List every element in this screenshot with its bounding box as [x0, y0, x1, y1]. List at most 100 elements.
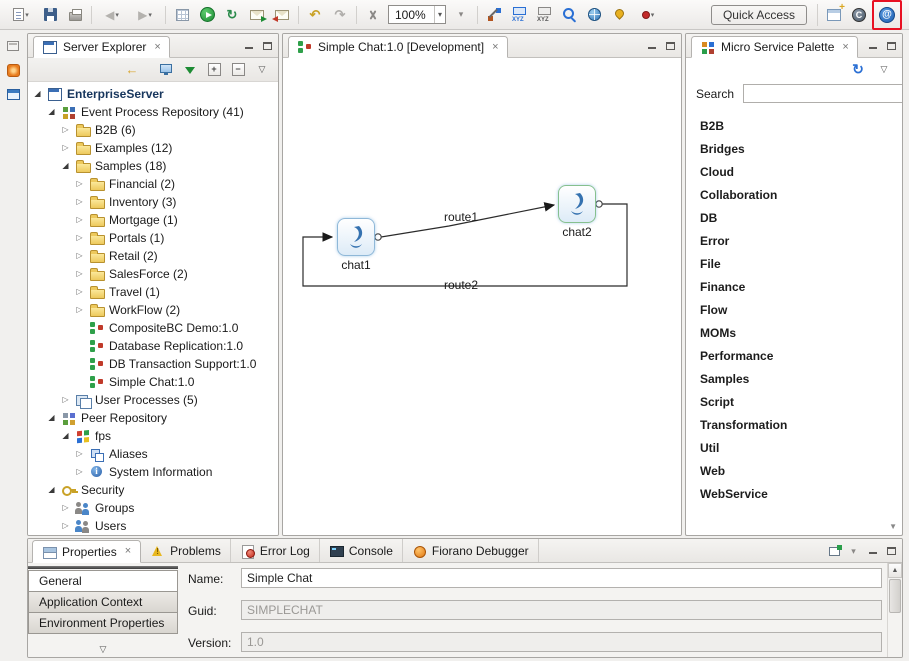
section-overflow-button[interactable]: ▽ [28, 644, 178, 655]
bookmark-button[interactable] [607, 3, 631, 27]
tree-item-mortgage[interactable]: ▷Mortgage (1) [28, 211, 278, 229]
tree-item-examples[interactable]: ▷Examples (12) [28, 139, 278, 157]
online-perspective-button[interactable] [847, 3, 871, 27]
tree-item-b2b[interactable]: ▷B2B (6) [28, 121, 278, 139]
minimize-button[interactable] [864, 38, 881, 54]
service-node-chat1[interactable] [337, 218, 375, 256]
palette-category-samples[interactable]: Samples [686, 368, 902, 391]
tree-item-db-transaction-support[interactable]: DB Transaction Support:1.0 [28, 355, 278, 373]
new-wizard-button[interactable]: ▾ [5, 3, 37, 27]
tab-micro-service-palette[interactable]: Micro Service Palette × [691, 36, 858, 58]
minimize-button[interactable] [240, 38, 257, 54]
tab-problems[interactable]: Problems [141, 539, 231, 562]
close-icon[interactable]: × [154, 42, 160, 53]
collapsed-arrow-icon[interactable]: ▷ [74, 175, 85, 193]
vertical-scrollbar[interactable]: ▲ [887, 563, 902, 657]
export-button[interactable] [245, 3, 269, 27]
restore-views-button[interactable] [3, 36, 23, 56]
maximize-button[interactable] [883, 38, 900, 54]
palette-category-util[interactable]: Util [686, 437, 902, 460]
expanded-arrow-icon[interactable]: ◢ [46, 103, 57, 121]
tree-item-fps[interactable]: ◢fps [28, 427, 278, 445]
expanded-arrow-icon[interactable]: ◢ [46, 481, 57, 499]
collapsed-arrow-icon[interactable]: ▷ [74, 247, 85, 265]
close-icon[interactable]: × [492, 42, 498, 53]
maximize-button[interactable] [883, 543, 900, 559]
palette-category-performance[interactable]: Performance [686, 345, 902, 368]
collapse-all-button[interactable]: − [228, 60, 248, 80]
collapsed-arrow-icon[interactable]: ▷ [60, 139, 71, 157]
grid-view-button[interactable] [170, 3, 194, 27]
zoom-select[interactable]: 100% ▾ [388, 5, 446, 24]
quick-access-button[interactable]: Quick Access [711, 5, 807, 25]
palette-category-webservice[interactable]: WebService [686, 483, 902, 506]
open-perspective-button[interactable] [822, 3, 846, 27]
minimize-button[interactable] [864, 543, 881, 559]
hide-port-names-button[interactable] [532, 3, 556, 27]
expanded-arrow-icon[interactable]: ◢ [60, 157, 71, 175]
tree-item-samples[interactable]: ◢Samples (18) [28, 157, 278, 175]
name-input[interactable] [241, 568, 882, 588]
collapsed-arrow-icon[interactable]: ▷ [74, 283, 85, 301]
redo-button[interactable]: ↷ [328, 3, 352, 27]
palette-view-menu-button[interactable]: ▽ [874, 59, 894, 79]
close-icon[interactable]: × [125, 546, 131, 557]
save-button[interactable] [38, 3, 62, 27]
refresh-palette-button[interactable]: ↻ [848, 59, 868, 79]
collapsed-arrow-icon[interactable]: ▷ [60, 121, 71, 139]
expanded-arrow-icon[interactable]: ◢ [60, 427, 71, 445]
collapsed-arrow-icon[interactable]: ▷ [74, 301, 85, 319]
palette-category-web[interactable]: Web [686, 460, 902, 483]
palette-category-transformation[interactable]: Transformation [686, 414, 902, 437]
chat1-output-port[interactable] [375, 234, 381, 240]
run-event-process-button[interactable] [195, 3, 219, 27]
palette-category-moms[interactable]: MOMs [686, 322, 902, 345]
palette-category-file[interactable]: File [686, 253, 902, 276]
tab-simple-chat-editor[interactable]: Simple Chat:1.0 [Development] × [288, 36, 508, 58]
tree-item-user-processes[interactable]: ▷User Processes (5) [28, 391, 278, 409]
collapsed-arrow-icon[interactable]: ▷ [74, 229, 85, 247]
show-port-names-button[interactable] [507, 3, 531, 27]
close-icon[interactable]: × [842, 42, 848, 53]
service-node-chat2[interactable] [558, 185, 596, 223]
collapsed-arrow-icon[interactable]: ▷ [60, 391, 71, 409]
tree-item-compositebc-demo[interactable]: CompositeBC Demo:1.0 [28, 319, 278, 337]
zoom-menu-button[interactable]: ▾ [449, 3, 473, 27]
cut-button[interactable] [361, 3, 385, 27]
forward-button[interactable]: ▶▾ [129, 3, 161, 27]
tree-item-peer-repository[interactable]: ◢Peer Repository [28, 409, 278, 427]
tree-item-users[interactable]: ▷Users [28, 517, 278, 535]
expand-all-button[interactable]: + [204, 60, 224, 80]
palette-category-cloud[interactable]: Cloud [686, 161, 902, 184]
collapsed-arrow-icon[interactable]: ▷ [60, 517, 71, 535]
undo-button[interactable]: ↶ [303, 3, 327, 27]
palette-category-flow[interactable]: Flow [686, 299, 902, 322]
scroll-thumb[interactable] [889, 579, 901, 613]
palette-category-b2b[interactable]: B2B [686, 115, 902, 138]
expanded-arrow-icon[interactable]: ◢ [46, 409, 57, 427]
collapsed-arrow-icon[interactable]: ▷ [74, 463, 85, 481]
detach-view-button[interactable] [826, 543, 843, 559]
tree-item-salesforce[interactable]: ▷SalesForce (2) [28, 265, 278, 283]
maximize-button[interactable] [259, 38, 276, 54]
tab-server-explorer[interactable]: Server Explorer × [33, 36, 170, 58]
back-button[interactable]: ◀▾ [96, 3, 128, 27]
refresh-button[interactable]: ↻ [220, 3, 244, 27]
palette-search-input[interactable] [743, 84, 903, 103]
tree-item-enterprise-server[interactable]: ◢EnterpriseServer [28, 85, 278, 103]
collapsed-arrow-icon[interactable]: ▷ [74, 265, 85, 283]
collapsed-arrow-icon[interactable]: ▷ [74, 211, 85, 229]
palette-category-finance[interactable]: Finance [686, 276, 902, 299]
palette-category-bridges[interactable]: Bridges [686, 138, 902, 161]
web-browser-button[interactable] [582, 3, 606, 27]
tree-item-financial[interactable]: ▷Financial (2) [28, 175, 278, 193]
tree-item-aliases[interactable]: ▷Aliases [28, 445, 278, 463]
tab-console[interactable]: Console [320, 539, 403, 562]
fiorano-view-button[interactable] [3, 60, 23, 80]
show-monitor-button[interactable] [156, 60, 176, 80]
import-event-process-button[interactable] [180, 60, 200, 80]
editor-canvas[interactable]: chat1 chat2 route1 route2 [283, 58, 681, 535]
chat2-output-port[interactable] [596, 201, 602, 207]
tree-item-database-replication[interactable]: Database Replication:1.0 [28, 337, 278, 355]
tree-item-workflow[interactable]: ▷WorkFlow (2) [28, 301, 278, 319]
